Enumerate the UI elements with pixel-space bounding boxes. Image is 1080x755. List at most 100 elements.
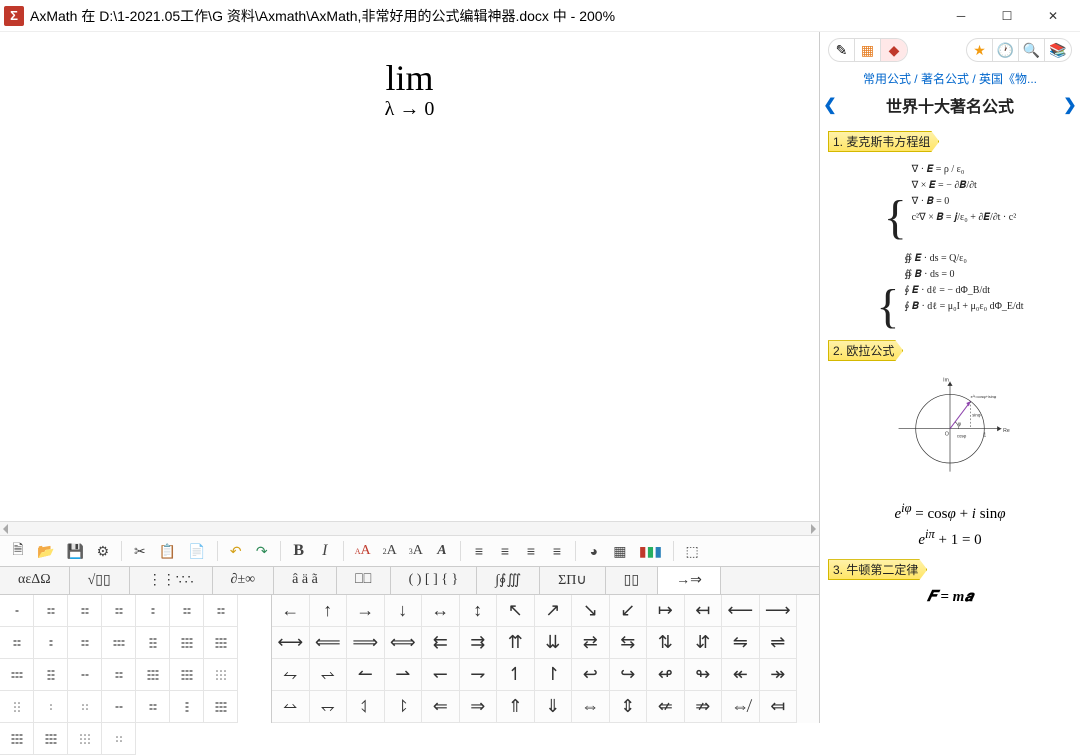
align-justify-button[interactable]: ≡ <box>545 540 569 562</box>
arrow-symbol-2[interactable]: → <box>347 595 385 627</box>
matrix-template-7[interactable] <box>0 627 34 659</box>
arrow-symbol-11[interactable]: ↤ <box>685 595 723 627</box>
copy-button[interactable]: 📋 <box>154 540 181 562</box>
tab-dots[interactable]: ⋮⋮∵∴ <box>130 567 213 594</box>
euler-formula-1[interactable]: eiφ = cosφ + i sinφ <box>828 501 1072 523</box>
redo-button[interactable]: ↷ <box>250 540 274 562</box>
matrix-template-3[interactable] <box>102 595 136 627</box>
arrow-symbol-37[interactable]: ↪ <box>610 659 648 691</box>
arrow-symbol-55[interactable]: ⤆ <box>760 691 798 723</box>
arrow-symbol-53[interactable]: ⇏ <box>685 691 723 723</box>
arrow-symbol-38[interactable]: ↫ <box>647 659 685 691</box>
horizontal-scrollbar[interactable] <box>0 521 819 535</box>
matrix-template-15[interactable] <box>34 659 68 691</box>
matrix-template-2[interactable] <box>68 595 102 627</box>
matrix-template-23[interactable] <box>68 691 102 723</box>
breadcrumb-item-2[interactable]: 英国《物... <box>979 72 1037 86</box>
panel-prev-button[interactable]: ❮ <box>820 95 840 115</box>
box-button[interactable]: ⬚ <box>680 540 704 562</box>
arrow-symbol-5[interactable]: ↕ <box>460 595 498 627</box>
breadcrumb-item-0[interactable]: 常用公式 <box>863 72 911 86</box>
arrow-symbol-44[interactable]: ⥑ <box>347 691 385 723</box>
arrow-symbol-47[interactable]: ⇒ <box>460 691 498 723</box>
arrow-symbol-18[interactable]: ⇇ <box>422 627 460 659</box>
arrow-symbol-42[interactable]: ⥎ <box>272 691 310 723</box>
arrow-symbol-43[interactable]: ⥐ <box>310 691 348 723</box>
arrow-symbol-14[interactable]: ⟷ <box>272 627 310 659</box>
bold-button[interactable]: B <box>287 540 311 562</box>
sidebar-books-icon[interactable]: 📚 <box>1045 39 1071 61</box>
align-right-button[interactable]: ≡ <box>519 540 543 562</box>
matrix-template-14[interactable] <box>0 659 34 691</box>
sidebar-search-icon[interactable]: 🔍 <box>1019 39 1045 61</box>
arrow-symbol-3[interactable]: ↓ <box>385 595 423 627</box>
matrix-template-1[interactable] <box>34 595 68 627</box>
matrix-template-11[interactable] <box>136 627 170 659</box>
align-center-button[interactable]: ≡ <box>493 540 517 562</box>
arrow-symbol-33[interactable]: ⇁ <box>460 659 498 691</box>
matrix-template-24[interactable] <box>102 691 136 723</box>
color-triple-button[interactable]: ▮▮▮ <box>634 540 667 562</box>
matrix-template-17[interactable] <box>102 659 136 691</box>
arrow-symbol-24[interactable]: ⇅ <box>647 627 685 659</box>
arrow-symbol-31[interactable]: ⇀ <box>385 659 423 691</box>
new-doc-button[interactable]: 🗎 <box>6 540 30 562</box>
matrix-template-22[interactable] <box>34 691 68 723</box>
arrow-symbol-19[interactable]: ⇉ <box>460 627 498 659</box>
arrow-symbol-16[interactable]: ⟹ <box>347 627 385 659</box>
panel-next-button[interactable]: ❯ <box>1060 95 1080 115</box>
sidebar-tab-bookmark-icon[interactable]: ◆ <box>881 39 907 61</box>
matrix-template-26[interactable] <box>170 691 204 723</box>
matrix-template-5[interactable] <box>170 595 204 627</box>
section-1-label[interactable]: 1. 麦克斯韦方程组 <box>828 131 939 152</box>
arrow-symbol-15[interactable]: ⟸ <box>310 627 348 659</box>
arrow-symbol-20[interactable]: ⇈ <box>497 627 535 659</box>
matrix-template-18[interactable] <box>136 659 170 691</box>
arrow-symbol-27[interactable]: ⇌ <box>760 627 798 659</box>
matrix-template-9[interactable] <box>68 627 102 659</box>
tab-operators[interactable]: ∂±∞ <box>213 567 275 594</box>
font-style-2-button[interactable]: 2A <box>378 540 402 562</box>
cut-button[interactable]: ✂ <box>128 540 152 562</box>
arrow-symbol-1[interactable]: ↑ <box>310 595 348 627</box>
open-button[interactable]: 📂 <box>32 540 59 562</box>
section-2-label[interactable]: 2. 欧拉公式 <box>828 340 903 361</box>
matrix-template-0[interactable] <box>0 595 34 627</box>
arrow-symbol-41[interactable]: ↠ <box>760 659 798 691</box>
maximize-button[interactable]: ☐ <box>984 1 1030 31</box>
tab-bigops[interactable]: ΣΠ∪ <box>540 567 606 594</box>
arrow-symbol-28[interactable]: ⥊ <box>272 659 310 691</box>
matrix-template-29[interactable] <box>34 723 68 755</box>
matrix-template-4[interactable] <box>136 595 170 627</box>
arrow-symbol-10[interactable]: ↦ <box>647 595 685 627</box>
italic-button[interactable]: I <box>313 540 337 562</box>
save-button[interactable]: 💾 <box>61 540 88 562</box>
arrow-symbol-9[interactable]: ↙ <box>610 595 648 627</box>
arrow-symbol-32[interactable]: ↽ <box>422 659 460 691</box>
section-3-label[interactable]: 3. 牛顿第二定律 <box>828 559 927 580</box>
matrix-template-20[interactable] <box>204 659 238 691</box>
arrow-symbol-0[interactable]: ← <box>272 595 310 627</box>
sidebar-clock-icon[interactable]: 🕐 <box>993 39 1019 61</box>
matrix-template-31[interactable] <box>102 723 136 755</box>
tab-matrices[interactable]: ▯▯ <box>606 567 658 594</box>
fill-button[interactable]: ▦ <box>608 540 632 562</box>
arrow-symbol-39[interactable]: ↬ <box>685 659 723 691</box>
arrow-symbol-30[interactable]: ↼ <box>347 659 385 691</box>
euler-unit-circle-diagram[interactable]: Re Im O 1 φ cosφ sinφ eⁱᵠ=cosφ+isinφ <box>890 373 1010 493</box>
arrow-symbol-8[interactable]: ↘ <box>572 595 610 627</box>
arrow-symbol-25[interactable]: ⇵ <box>685 627 723 659</box>
arrow-symbol-40[interactable]: ↞ <box>722 659 760 691</box>
font-style-1-button[interactable]: AA <box>350 540 376 562</box>
tab-arrows[interactable]: →⇒ <box>658 567 721 594</box>
font-style-4-button[interactable]: A <box>430 540 454 562</box>
undo-button[interactable]: ↶ <box>224 540 248 562</box>
tab-boxes[interactable]: ⎕⎕ <box>337 567 391 594</box>
tab-integrals[interactable]: ∫∮∭ <box>477 567 540 594</box>
matrix-template-25[interactable] <box>136 691 170 723</box>
arrow-symbol-34[interactable]: ↿ <box>497 659 535 691</box>
arrow-symbol-48[interactable]: ⇑ <box>497 691 535 723</box>
matrix-template-16[interactable] <box>68 659 102 691</box>
arrow-symbol-6[interactable]: ↖ <box>497 595 535 627</box>
maxwell-int-equations[interactable]: { ∯ 𝑬 · ds = Q/ε₀∯ 𝑩 · ds = 0∮ 𝑬 · dℓ = … <box>828 245 1072 334</box>
